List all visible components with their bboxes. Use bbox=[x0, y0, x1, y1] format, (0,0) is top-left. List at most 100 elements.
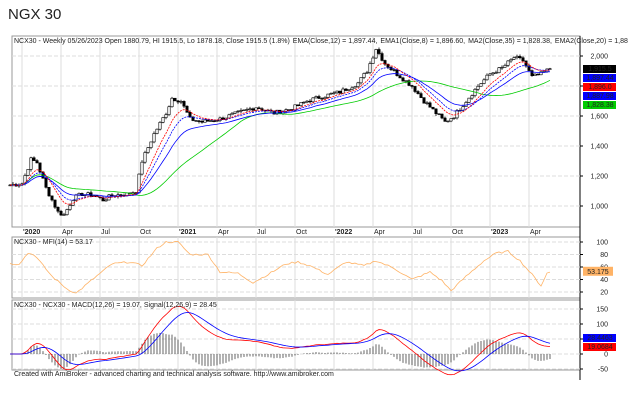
candle-body bbox=[419, 93, 423, 98]
candle-body bbox=[398, 75, 402, 79]
footer-text: Created with AmiBroker - advanced charti… bbox=[14, 371, 334, 378]
candle-body bbox=[335, 90, 339, 94]
candle-body bbox=[323, 97, 327, 99]
candle-body bbox=[485, 74, 489, 81]
last-value-label: 1,828.38 bbox=[586, 102, 613, 109]
candle-body bbox=[437, 113, 441, 115]
candle-body bbox=[503, 65, 507, 68]
candle-body bbox=[248, 108, 252, 110]
candle-body bbox=[182, 101, 186, 107]
chart[interactable]: '2020 Apr Jul Oct '2021 Apr Jul Oct '2022 Apr Jul O… bbox=[0, 0, 630, 404]
candle-body bbox=[35, 160, 39, 164]
candle-body bbox=[185, 105, 189, 113]
candle-body bbox=[53, 199, 57, 208]
candle-body bbox=[350, 87, 354, 90]
candle-body bbox=[482, 79, 486, 84]
candle-body bbox=[524, 60, 528, 67]
candle-body bbox=[344, 88, 348, 91]
candle-body bbox=[62, 214, 66, 216]
candle-body bbox=[401, 77, 405, 82]
candle-body bbox=[395, 69, 399, 76]
y-tick-label: -50 bbox=[598, 367, 608, 374]
candle-body bbox=[59, 210, 63, 216]
candle-body bbox=[449, 118, 453, 122]
candle-body bbox=[326, 93, 330, 98]
candle-body bbox=[374, 49, 378, 59]
candle-body bbox=[299, 102, 303, 106]
y-tick-label: 150 bbox=[596, 307, 608, 314]
candle-body bbox=[203, 119, 207, 123]
candle-body bbox=[317, 96, 321, 99]
x-tick-label: Jul bbox=[101, 229, 110, 236]
macd-header: NCX30 - MACD(12,26) = 19.07, bbox=[43, 302, 142, 309]
signal-last-value: 28.4463 bbox=[587, 335, 612, 342]
candle-body bbox=[491, 72, 495, 75]
candle-body bbox=[314, 96, 318, 99]
candle-body bbox=[440, 113, 444, 119]
candle-body bbox=[230, 113, 234, 116]
candle-body bbox=[32, 157, 36, 161]
chart-header: MA2(Close,35) = 1,828.38, bbox=[468, 38, 552, 45]
candle-body bbox=[446, 120, 450, 123]
candle-body bbox=[44, 177, 48, 188]
candle-body bbox=[347, 89, 351, 91]
candle-body bbox=[50, 195, 54, 201]
candle-body bbox=[242, 109, 246, 111]
candle-body bbox=[200, 120, 204, 123]
candle-body bbox=[233, 111, 237, 114]
candle-body bbox=[341, 88, 345, 94]
candle-body bbox=[422, 97, 426, 104]
candle-body bbox=[470, 95, 474, 99]
last-value-label: 1,896.0 bbox=[588, 84, 611, 91]
y-tick-label: 100 bbox=[596, 322, 608, 329]
candle-body bbox=[521, 57, 525, 62]
mfi-label: NCX30 - MFI(14) = 53.17 bbox=[14, 239, 93, 246]
chart-header: EMA2(Close,20) = 1,88 bbox=[555, 38, 628, 45]
candle-body bbox=[515, 56, 519, 58]
candle-body bbox=[215, 120, 219, 122]
candle-body bbox=[320, 98, 324, 100]
candle-body bbox=[305, 100, 309, 103]
candle-body bbox=[329, 93, 333, 95]
candle-body bbox=[548, 68, 552, 70]
x-tick-label: Oct bbox=[452, 229, 463, 236]
candle-body bbox=[149, 141, 153, 148]
x-tick-label: Apr bbox=[218, 229, 230, 236]
x-tick-label: Apr bbox=[62, 229, 74, 236]
candle-body bbox=[362, 73, 366, 78]
panel-0 bbox=[11, 35, 581, 228]
candle-body bbox=[353, 86, 357, 89]
chart-header: NCX30 - Weekly 05/26/2023 Open 1880.79, … bbox=[14, 38, 290, 45]
candle-body bbox=[530, 70, 534, 77]
candle-body bbox=[404, 80, 408, 82]
candle-body bbox=[104, 199, 108, 202]
x-tick-label: Jul bbox=[257, 229, 266, 236]
y-tick-label: 2,000 bbox=[590, 54, 608, 61]
candle-body bbox=[425, 102, 429, 104]
candle-body bbox=[308, 100, 312, 103]
candle-body bbox=[68, 205, 72, 210]
y-tick-label: 1,400 bbox=[590, 144, 608, 151]
candle-body bbox=[173, 97, 177, 102]
last-value-label: 1,915.5 bbox=[588, 66, 611, 73]
y-tick-label: 1,000 bbox=[590, 204, 608, 211]
chart-header: EMA1(Close,8) = 1,896.60, bbox=[380, 38, 465, 45]
candle-body bbox=[209, 120, 213, 122]
x-tick-label: Apr bbox=[374, 229, 386, 236]
x-tick-label: '2022 bbox=[335, 229, 352, 236]
candle-body bbox=[296, 104, 300, 106]
candle-body bbox=[431, 106, 435, 110]
candle-body bbox=[497, 67, 501, 74]
candle-body bbox=[170, 97, 174, 108]
candle-body bbox=[356, 82, 360, 87]
candle-body bbox=[254, 107, 258, 111]
candle-body bbox=[428, 102, 432, 108]
x-tick-label: '2023 bbox=[491, 229, 508, 236]
candle-body bbox=[371, 57, 375, 64]
candle-body bbox=[26, 169, 30, 176]
candle-body bbox=[176, 100, 180, 103]
mfi-last-value: 53.175 bbox=[587, 269, 609, 276]
y-tick-label: 1,600 bbox=[590, 114, 608, 121]
candle-body bbox=[416, 91, 420, 94]
candle-body bbox=[194, 120, 198, 122]
